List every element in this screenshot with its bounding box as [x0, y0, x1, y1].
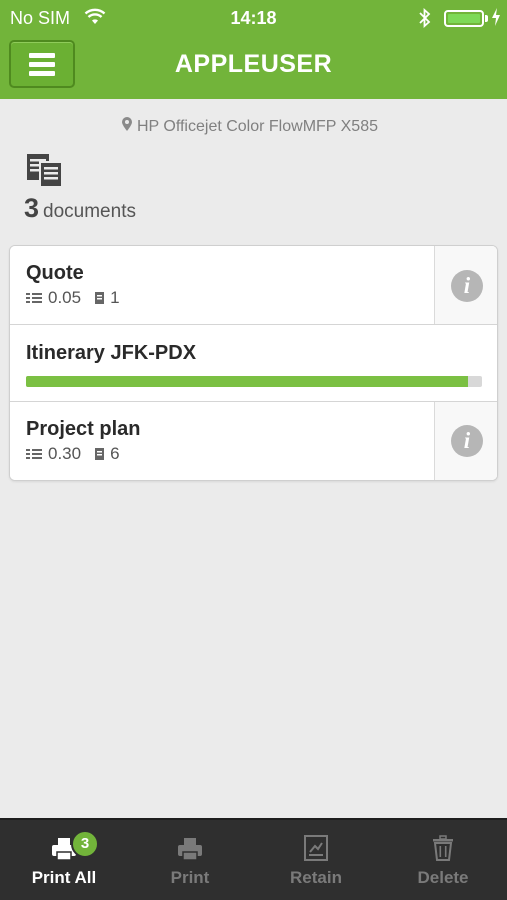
list-item[interactable]: Project plan 0.30 6 i: [10, 402, 497, 480]
print-all-label: Print All: [31, 868, 97, 887]
document-name: Itinerary JFK-PDX: [26, 342, 197, 364]
page-title: APPLEUSER: [174, 50, 333, 78]
document-pages: 1: [110, 288, 120, 307]
document-name: Quote: [26, 262, 84, 284]
info-icon: i: [451, 425, 483, 457]
list-item[interactable]: Itinerary JFK-PDX: [10, 325, 497, 402]
retain-label: Retain: [290, 868, 342, 887]
print-progress-bar: [26, 376, 482, 387]
documents-icon: [26, 153, 66, 189]
printer-name: HP Officejet Color FlowMFP X585: [137, 118, 378, 135]
info-button[interactable]: i: [434, 246, 497, 324]
battery-icon: [444, 10, 484, 27]
app-header: No SIM 14:18 APPLEUSER: [0, 0, 507, 99]
bottom-toolbar: 3 Print All Print Retain Delete: [0, 818, 507, 900]
retain-button[interactable]: Retain: [253, 820, 379, 900]
print-progress-fill: [26, 376, 469, 387]
document-meta: 0.05 1: [26, 288, 120, 309]
info-icon: i: [451, 270, 483, 302]
delete-label: Delete: [417, 868, 469, 887]
document-pages: 6: [110, 444, 120, 463]
document-meta: 0.30 6: [26, 444, 120, 465]
printer-location[interactable]: HP Officejet Color FlowMFP X585: [0, 117, 507, 136]
document-count: 3 documents: [24, 193, 136, 224]
delete-button[interactable]: Delete: [380, 820, 506, 900]
trash-icon: [429, 834, 457, 862]
bluetooth-icon: [419, 7, 431, 33]
document-cost: 0.30: [48, 444, 82, 463]
document-list: Quote 0.05 1 i Itinerary JFK-PDX Project…: [9, 245, 498, 481]
print-label: Print: [170, 868, 210, 887]
document-count-number: 3: [24, 193, 40, 223]
location-pin-icon: [122, 117, 132, 136]
document-name: Project plan: [26, 418, 141, 440]
retain-document-icon: [302, 834, 330, 862]
page-icon: [95, 289, 105, 309]
battery-nub: [485, 15, 488, 22]
document-cost: 0.05: [48, 288, 82, 307]
list-item[interactable]: Quote 0.05 1 i: [10, 246, 497, 325]
print-all-badge: 3: [71, 830, 99, 858]
page-icon: [95, 445, 105, 465]
print-button[interactable]: Print: [127, 820, 253, 900]
printer-icon: [176, 834, 204, 862]
cost-icon: [26, 289, 42, 309]
charging-icon: [491, 7, 501, 32]
status-bar: No SIM 14:18: [0, 0, 507, 36]
cost-icon: [26, 445, 42, 465]
info-button[interactable]: i: [434, 402, 497, 480]
document-count-label: documents: [43, 201, 136, 222]
print-all-button[interactable]: 3 Print All: [1, 820, 127, 900]
